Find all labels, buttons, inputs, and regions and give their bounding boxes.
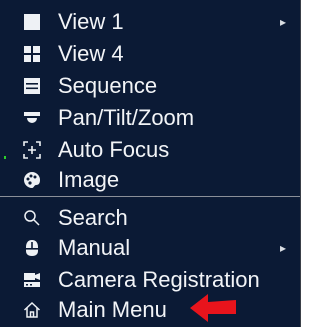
- menu-item-label: Image: [58, 167, 120, 192]
- menu-edge: [300, 0, 301, 327]
- menu-item-label: Sequence: [58, 73, 158, 98]
- menu-item-sequence[interactable]: Sequence: [0, 70, 300, 102]
- menu-separator: [0, 196, 300, 197]
- menu-item-pan-tilt-zoom[interactable]: Pan/Tilt/Zoom: [0, 102, 300, 134]
- camera-registration-icon: [22, 270, 42, 290]
- menu-item-camera-registration[interactable]: Camera Registration: [0, 264, 300, 296]
- palette-icon: [22, 170, 42, 190]
- home-icon: [22, 300, 42, 320]
- grid-4-icon: [22, 44, 42, 64]
- menu-item-main-menu[interactable]: Main Menu: [0, 294, 300, 326]
- edge-marker: [4, 156, 6, 159]
- manual-icon: [22, 238, 42, 258]
- menu-item-label: Search: [58, 205, 128, 230]
- square-icon: [22, 12, 42, 32]
- submenu-arrow-icon: ▸: [279, 241, 286, 255]
- menu-item-image[interactable]: Image: [0, 164, 300, 196]
- menu-item-label: Manual: [58, 235, 131, 260]
- submenu-arrow-icon: ▸: [279, 15, 286, 29]
- red-arrow-icon: [190, 294, 236, 322]
- sequence-icon: [22, 76, 42, 96]
- menu-item-label: Pan/Tilt/Zoom: [58, 105, 195, 130]
- search-icon: [22, 208, 42, 228]
- menu-item-search[interactable]: Search: [0, 202, 300, 234]
- menu-item-label: Auto Focus: [58, 137, 170, 162]
- menu-item-auto-focus[interactable]: Auto Focus: [0, 134, 300, 166]
- menu-item-manual[interactable]: Manual ▸: [0, 232, 300, 264]
- menu-item-view-1[interactable]: View 1 ▸: [0, 6, 300, 38]
- menu-item-label: View 4: [58, 41, 124, 66]
- menu-item-view-4[interactable]: View 4: [0, 38, 300, 70]
- auto-focus-icon: [22, 140, 42, 160]
- context-menu: View 1 ▸ View 4 Sequence Pan/Tilt/Zoom A…: [0, 0, 300, 327]
- menu-item-label: Main Menu: [58, 297, 167, 322]
- ptz-camera-icon: [22, 108, 42, 128]
- menu-item-label: View 1: [58, 9, 124, 34]
